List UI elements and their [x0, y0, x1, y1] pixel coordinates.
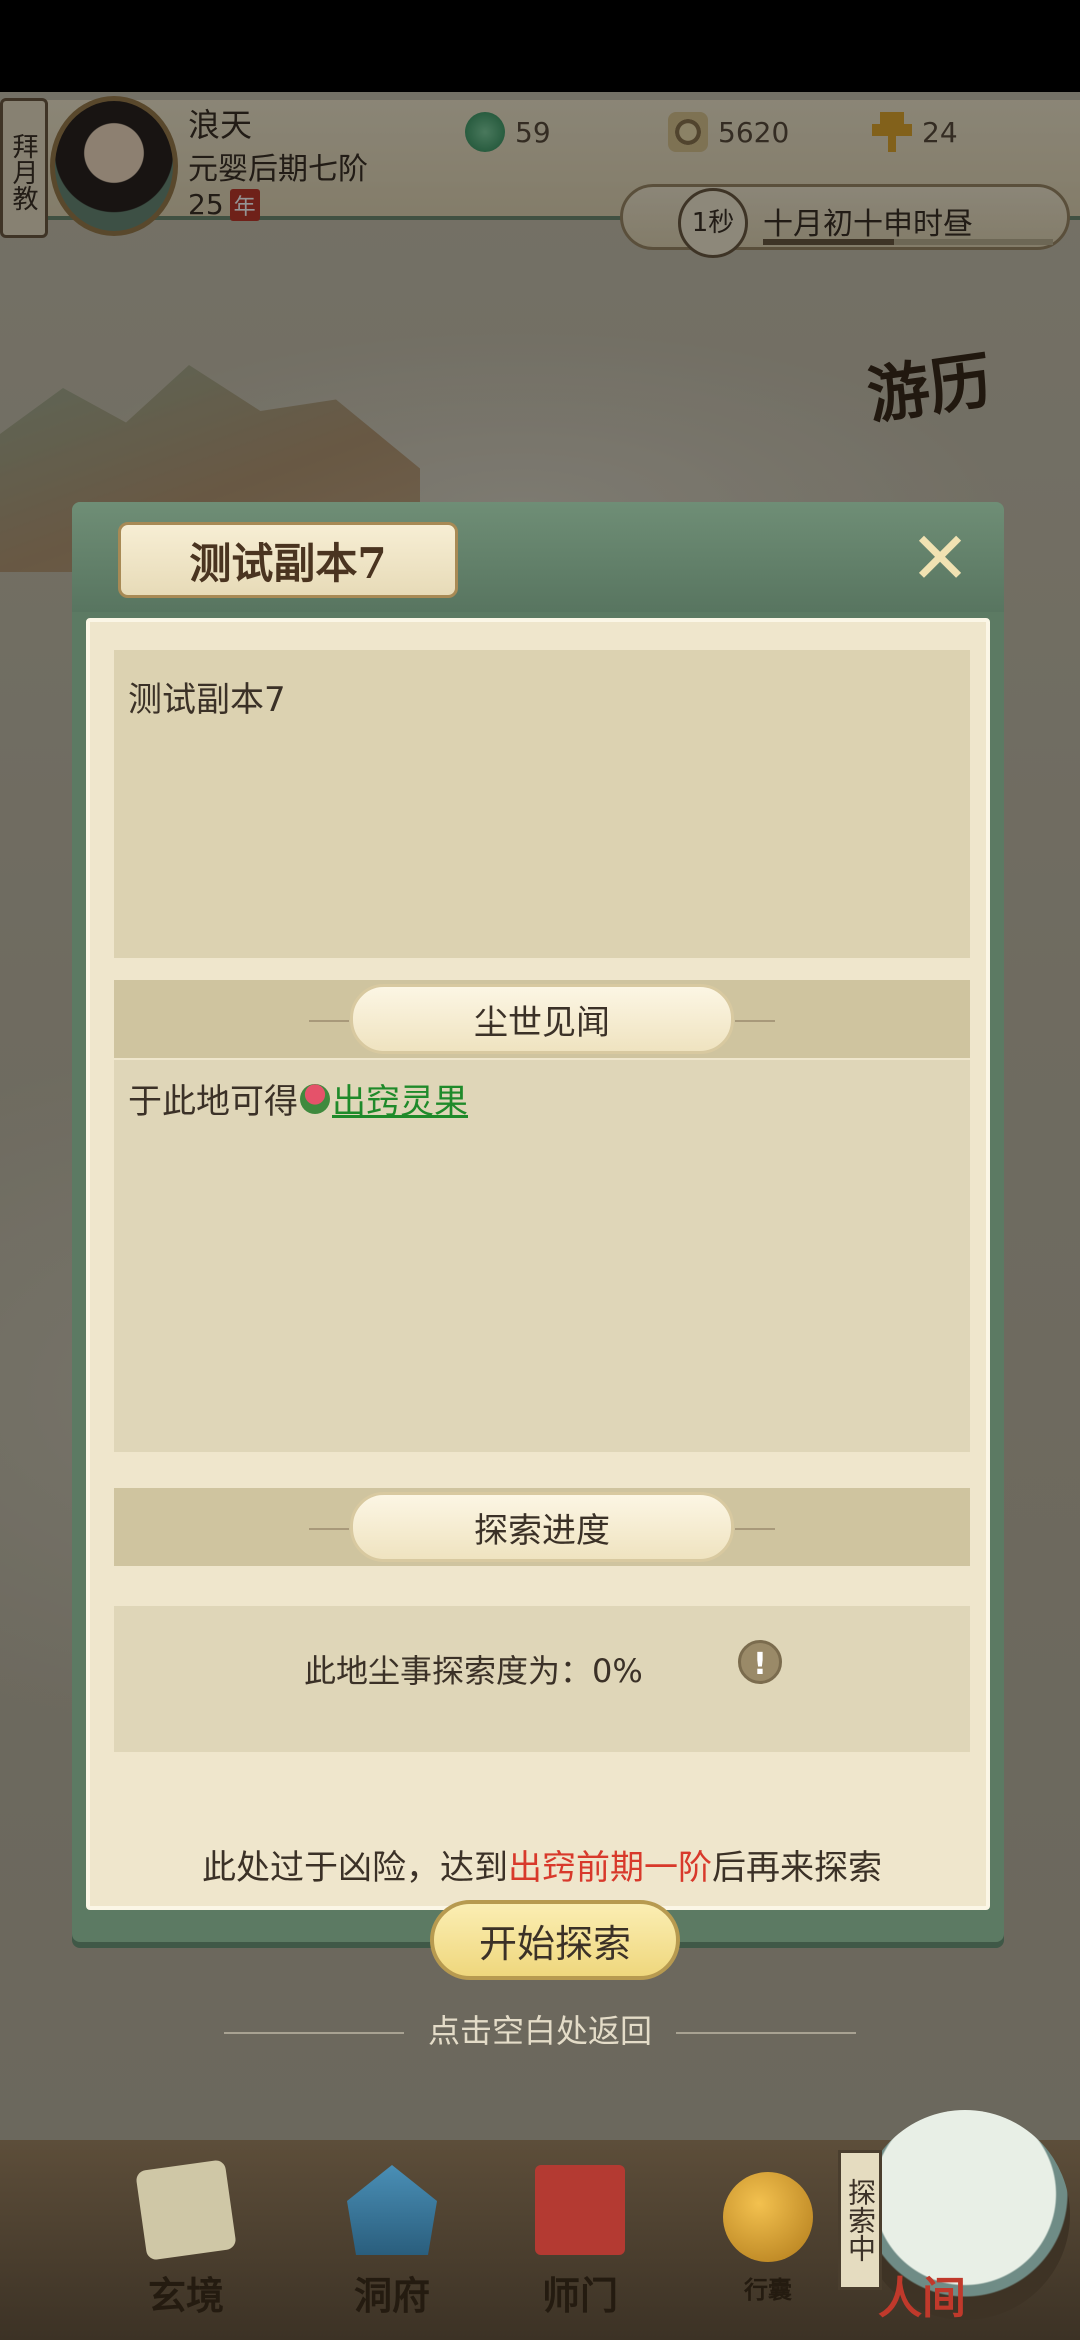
spirit-fruit-icon	[300, 1083, 330, 1114]
bag-icon	[723, 2172, 813, 2262]
nav-label-shimen: 师门	[541, 2273, 618, 2318]
dungeon-modal: 测试副本7 ✕ 测试副本7 尘世见闻 于此地可得 出窍灵果 探索进度 此地尘事探…	[72, 502, 1004, 1980]
bag-button[interactable]: 行囊	[718, 2172, 818, 2322]
close-icon[interactable]: ✕	[902, 520, 978, 596]
warning-requirement: 出窍前期一阶	[508, 1848, 712, 1888]
loot-item-link[interactable]: 出窍灵果	[332, 1074, 468, 1123]
description-box: 测试副本7	[114, 650, 970, 958]
return-hint-text: 点击空白处返回	[427, 2012, 652, 2050]
nav-item-shimen[interactable]: 师门	[500, 2165, 660, 2320]
progress-box: 此地尘事探索度为：0% !	[114, 1606, 970, 1752]
description-text: 测试副本7	[128, 680, 286, 720]
bag-label: 行囊	[744, 2276, 792, 2304]
modal-title: 测试副本7	[118, 522, 458, 598]
info-icon[interactable]: !	[738, 1640, 782, 1684]
loot-section-title: 尘世见闻	[309, 984, 775, 1054]
pavilion-icon	[347, 2165, 437, 2255]
progress-section-header: 探索进度	[114, 1488, 970, 1566]
nav-item-dongfu[interactable]: 洞府	[312, 2165, 472, 2320]
start-explore-button[interactable]: 开始探索	[430, 1900, 680, 1980]
progress-section-title: 探索进度	[309, 1492, 775, 1562]
loot-section-header: 尘世见闻	[114, 980, 970, 1058]
loot-box: 于此地可得 出窍灵果	[114, 1060, 970, 1452]
exploring-tag: 探索中	[838, 2150, 882, 2290]
nav-label-dongfu: 洞府	[353, 2273, 430, 2318]
loot-prefix: 于此地可得	[128, 1082, 298, 1122]
return-hint[interactable]: 点击空白处返回	[0, 2006, 1080, 2052]
nav-item-xuanjing[interactable]: 玄境	[106, 2159, 266, 2320]
warning-suffix: 后再来探索	[712, 1848, 882, 1888]
danger-warning: 此处过于凶险，达到出窍前期一阶后再来探索	[90, 1840, 994, 1889]
human-world-label: 人间	[878, 2273, 966, 2324]
banner-icon	[535, 2165, 625, 2255]
loot-line: 于此地可得 出窍灵果	[128, 1074, 468, 1123]
modal-body: 测试副本7 尘世见闻 于此地可得 出窍灵果 探索进度 此地尘事探索度为：0% !…	[86, 618, 990, 1980]
warning-prefix: 此处过于凶险，达到	[202, 1848, 508, 1888]
status-bar	[0, 0, 1080, 92]
exploration-progress-text: 此地尘事探索度为：0%	[304, 1652, 643, 1690]
modal-header: 测试副本7 ✕	[72, 502, 1004, 612]
scroll-icon	[135, 2159, 237, 2261]
nav-label-xuanjing: 玄境	[147, 2273, 224, 2318]
